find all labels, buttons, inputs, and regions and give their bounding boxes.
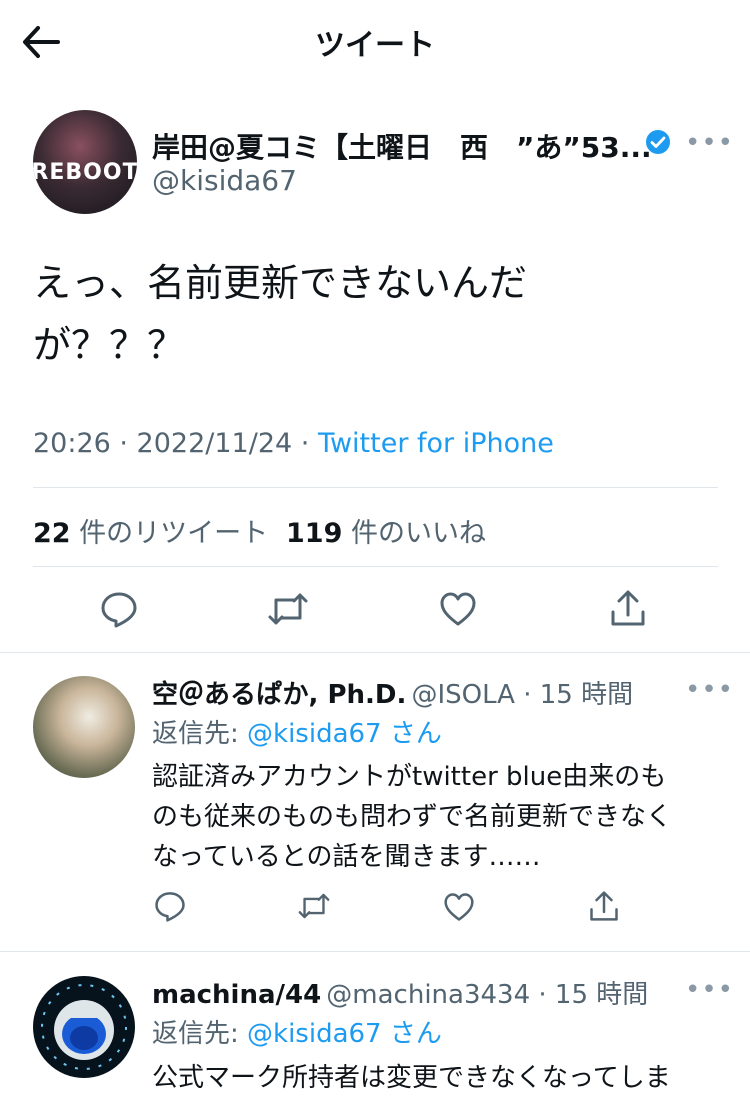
- tweet-text-line-2: が？？？: [33, 323, 186, 367]
- retweet-icon[interactable]: [297, 891, 331, 921]
- tweet-source-link[interactable]: Twitter for iPhone: [318, 428, 554, 459]
- more-options-icon[interactable]: •••: [685, 128, 734, 158]
- reply-author-handle[interactable]: @machina3434 · 15 時間: [326, 980, 648, 1010]
- reply-text-line: なっているとの話を聞きます……: [152, 842, 541, 872]
- tweet-meta: 20:26 · 2022/11/24 · Twitter for iPhone: [33, 428, 554, 459]
- like-icon[interactable]: [443, 892, 475, 922]
- avatar-logo-text: REBOOT: [33, 160, 137, 185]
- tweet-timestamp: 20:26 · 2022/11/24 ·: [33, 428, 318, 459]
- reply-avatar[interactable]: [33, 976, 135, 1078]
- reply-text-line: 公式マーク所持者は変更できなくなってしま: [152, 1063, 671, 1093]
- reply-to-prefix: 返信先:: [152, 719, 248, 749]
- retweet-count-link[interactable]: 22 件のリツイート: [33, 511, 268, 550]
- like-icon[interactable]: [439, 591, 477, 627]
- divider: [33, 566, 718, 567]
- reply-text: 認証済みアカウントがtwitter blue由来のも のも従来のものも問わずで名…: [152, 757, 672, 877]
- divider: [0, 951, 750, 952]
- reply-header: 空＠あるぱか, Ph.D. @ISOLA · 15 時間: [152, 674, 633, 711]
- retweet-count: 22: [33, 518, 71, 549]
- more-options-icon[interactable]: •••: [685, 675, 734, 705]
- reply-text-line: 認証済みアカウントがtwitter blue由来のも: [152, 762, 667, 792]
- reply-to-line: 返信先: @kisida67 さん: [152, 1013, 442, 1050]
- author-handle[interactable]: @kisida67: [152, 164, 297, 197]
- reply-header: machina/44 @machina3434 · 15 時間: [152, 974, 648, 1011]
- reply-author-handle[interactable]: @ISOLA · 15 時間: [411, 680, 633, 710]
- reply-to-line: 返信先: @kisida67 さん: [152, 713, 442, 750]
- reply-to-mention[interactable]: @kisida67 さん: [247, 719, 442, 749]
- tweet-text: えっ、名前更新できないんだ が？？？: [33, 252, 527, 376]
- reply-text: 公式マーク所持者は変更できなくなってしま: [152, 1058, 671, 1098]
- retweet-label: 件のリツイート: [79, 518, 269, 549]
- like-count-link[interactable]: 119 件のいいね: [286, 511, 486, 550]
- more-options-icon[interactable]: •••: [685, 975, 734, 1005]
- reply-author-name[interactable]: 空＠あるぱか, Ph.D.: [152, 680, 406, 710]
- share-icon[interactable]: [610, 588, 646, 628]
- like-label: 件のいいね: [350, 518, 486, 549]
- divider: [0, 652, 750, 653]
- author-avatar[interactable]: REBOOT: [33, 110, 137, 214]
- author-name[interactable]: 岸田@夏コミ【土曜日 西 ”あ”53...: [152, 126, 652, 166]
- reply-author-name[interactable]: machina/44: [152, 980, 321, 1010]
- divider: [33, 487, 718, 488]
- reply-to-prefix: 返信先:: [152, 1019, 248, 1049]
- verified-badge-icon: [645, 129, 671, 155]
- reply-text-line: のも従来のものも問わずで名前更新できなく: [152, 802, 673, 832]
- reply-icon[interactable]: [100, 590, 138, 628]
- avatar-art: [41, 984, 127, 1070]
- reply-to-mention[interactable]: @kisida67 さん: [247, 1019, 442, 1049]
- tweet-text-line-1: えっ、名前更新できないんだ: [33, 261, 528, 305]
- reply-avatar[interactable]: [33, 676, 135, 778]
- page-title: ツイート: [315, 28, 435, 63]
- share-icon[interactable]: [589, 889, 619, 923]
- reply-icon[interactable]: [154, 890, 186, 922]
- retweet-icon[interactable]: [267, 590, 309, 628]
- like-count: 119: [286, 518, 343, 549]
